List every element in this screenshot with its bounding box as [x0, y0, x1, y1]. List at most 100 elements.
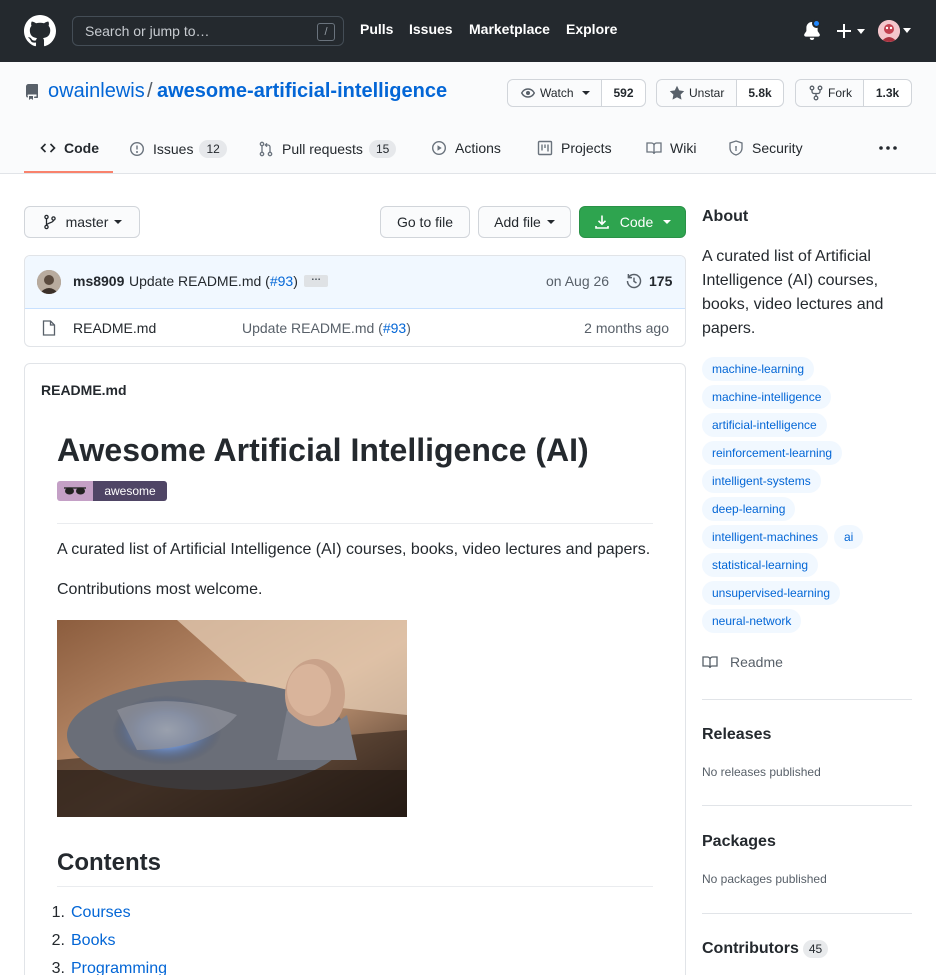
- star-count[interactable]: 5.8k: [737, 80, 783, 106]
- tab-actions[interactable]: Actions: [431, 140, 501, 156]
- repo-name-link[interactable]: awesome-artificial-intelligence: [157, 80, 447, 103]
- commit-date: on Aug 26: [546, 273, 610, 289]
- active-tab-indicator: [24, 171, 113, 173]
- file-commit-pr-link[interactable]: #93: [383, 320, 406, 336]
- commit-author-avatar[interactable]: [37, 270, 61, 294]
- search-input[interactable]: Search or jump to… /: [72, 16, 344, 46]
- watch-button[interactable]: Watch: [508, 80, 602, 106]
- contents-heading: Contents: [57, 849, 161, 876]
- fork-button[interactable]: Fork: [796, 80, 864, 106]
- topic-tag[interactable]: reinforcement-learning: [702, 441, 843, 465]
- divider: [702, 805, 912, 806]
- fork-icon: [809, 85, 823, 101]
- tab-pull-requests-label: Pull requests: [282, 141, 363, 157]
- nav-explore-link[interactable]: Explore: [566, 21, 617, 37]
- topic-tag[interactable]: ai: [834, 525, 864, 549]
- chevron-down-icon: [663, 220, 672, 224]
- commit-message-suffix: ): [293, 273, 298, 289]
- divider: [57, 886, 653, 887]
- divider: [702, 699, 912, 700]
- topic-tag[interactable]: intelligent-machines: [702, 525, 829, 549]
- repo-header: owainlewis / awesome-artificial-intellig…: [0, 62, 936, 174]
- tab-pull-requests[interactable]: Pull requests 15: [258, 140, 397, 158]
- play-icon: [431, 140, 447, 156]
- about-heading: About: [702, 208, 749, 225]
- project-icon: [537, 140, 553, 156]
- toc-number: 3.: [51, 960, 65, 975]
- fork-count[interactable]: 1.3k: [864, 80, 911, 106]
- topic-tag[interactable]: machine-learning: [702, 357, 815, 381]
- toc-link-books[interactable]: Books: [71, 932, 115, 949]
- badge-label: awesome: [93, 481, 167, 501]
- repo-path-separator: /: [147, 80, 153, 102]
- repo-owner-link[interactable]: owainlewis: [48, 80, 145, 103]
- book-icon: [702, 656, 718, 669]
- code-button-label: Code: [619, 214, 654, 230]
- tab-issues[interactable]: Issues 12: [129, 140, 227, 158]
- readme-link-label: Readme: [730, 654, 783, 670]
- topic-tag[interactable]: unsupervised-learning: [702, 581, 841, 605]
- commit-pr-link[interactable]: #93: [270, 273, 293, 289]
- tab-security[interactable]: Security: [728, 140, 803, 156]
- tab-issues-label: Issues: [153, 141, 194, 157]
- chevron-down-icon: [114, 220, 123, 224]
- topic-tag[interactable]: statistical-learning: [702, 553, 819, 577]
- commit-history-link[interactable]: 175: [625, 272, 672, 290]
- file-row[interactable]: README.md Update README.md (#93) 2 month…: [25, 310, 685, 346]
- create-new-icon[interactable]: [836, 21, 866, 41]
- toc-number: 2.: [51, 932, 65, 949]
- code-download-button[interactable]: Code: [579, 206, 686, 238]
- commit-count: 175: [649, 273, 673, 289]
- topic-tag[interactable]: neural-network: [702, 609, 802, 633]
- search-placeholder: Search or jump to…: [85, 23, 210, 39]
- toc-item: 2. Books: [39, 932, 116, 950]
- tab-wiki[interactable]: Wiki: [646, 140, 696, 156]
- user-avatar[interactable]: [878, 20, 900, 42]
- nav-pulls-link[interactable]: Pulls: [360, 21, 393, 37]
- contributors-label: Contributors: [702, 940, 799, 957]
- branch-icon: [43, 214, 56, 230]
- branch-select-button[interactable]: master: [24, 206, 140, 238]
- toc-link-programming[interactable]: Programming: [71, 960, 167, 975]
- expand-commit-button[interactable]: …: [304, 273, 328, 287]
- commit-author-link[interactable]: ms8909: [73, 273, 124, 289]
- packages-heading[interactable]: Packages: [702, 833, 776, 851]
- github-logo-icon[interactable]: [24, 15, 56, 47]
- issue-icon: [129, 141, 145, 157]
- packages-empty-text: No packages published: [702, 872, 827, 886]
- file-commit-age: 2 months ago: [584, 320, 669, 336]
- topic-tag[interactable]: intelligent-systems: [702, 469, 821, 493]
- history-icon: [626, 273, 642, 289]
- global-header: Search or jump to… / Pulls Issues Market…: [0, 0, 936, 62]
- commit-message[interactable]: Update README.md (#93): [129, 273, 298, 289]
- toc-link-courses[interactable]: Courses: [71, 904, 131, 921]
- go-to-file-label: Go to file: [396, 214, 454, 230]
- readme-link[interactable]: Readme: [702, 654, 783, 670]
- tab-code[interactable]: Code: [40, 140, 99, 156]
- branch-name: master: [65, 214, 109, 230]
- releases-heading[interactable]: Releases: [702, 726, 771, 744]
- repo-icon: [25, 84, 38, 100]
- nav-issues-link[interactable]: Issues: [409, 21, 453, 37]
- unstar-button[interactable]: Unstar: [657, 80, 737, 106]
- readme-file-title[interactable]: README.md: [41, 382, 127, 398]
- slash-shortcut-hint: /: [317, 23, 335, 41]
- latest-commit-bar: ms8909 Update README.md (#93) … on Aug 2…: [25, 256, 685, 309]
- readme-contributions: Contributions most welcome.: [57, 581, 263, 598]
- tab-projects[interactable]: Projects: [537, 140, 612, 156]
- topic-tag[interactable]: deep-learning: [702, 497, 796, 521]
- chevron-down-icon[interactable]: [903, 28, 911, 33]
- book-icon: [646, 142, 662, 155]
- go-to-file-button[interactable]: Go to file: [380, 206, 470, 238]
- nav-marketplace-link[interactable]: Marketplace: [469, 21, 550, 37]
- watch-count[interactable]: 592: [602, 80, 645, 106]
- contributors-heading[interactable]: Contributors 45: [702, 940, 829, 958]
- topic-tag[interactable]: machine-intelligence: [702, 385, 832, 409]
- awesome-badge[interactable]: awesome: [57, 481, 167, 501]
- add-file-button[interactable]: Add file: [478, 206, 571, 238]
- more-options-icon[interactable]: [878, 142, 898, 154]
- file-commit-message[interactable]: Update README.md (#93): [242, 320, 411, 336]
- watch-label: Watch: [540, 86, 574, 100]
- file-name-link[interactable]: README.md: [73, 320, 156, 336]
- topic-tag[interactable]: artificial-intelligence: [702, 413, 827, 437]
